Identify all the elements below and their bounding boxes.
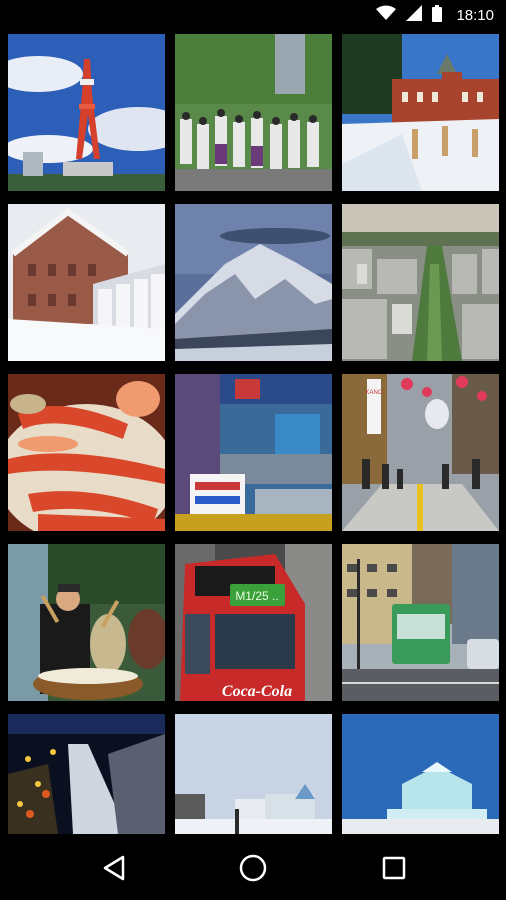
back-button[interactable]	[96, 850, 132, 886]
cellular-signal-icon	[406, 5, 423, 26]
photo-tile[interactable]	[8, 714, 165, 834]
back-icon	[103, 855, 125, 881]
battery-icon	[432, 4, 443, 27]
home-icon	[239, 854, 267, 882]
photo-tile[interactable]	[8, 544, 165, 701]
photo-tile[interactable]	[342, 714, 499, 834]
status-bar: 18:10	[0, 0, 506, 31]
status-time: 18:10	[456, 7, 494, 24]
home-button[interactable]	[235, 850, 271, 886]
photo-tile[interactable]	[8, 204, 165, 361]
photo-tile[interactable]	[8, 374, 165, 531]
photo-tile[interactable]	[342, 204, 499, 361]
recents-button[interactable]	[376, 850, 412, 886]
photo-tile[interactable]	[8, 34, 165, 191]
photo-tile[interactable]: KANO	[342, 374, 499, 531]
photo-tile[interactable]	[175, 34, 332, 191]
photo-tile[interactable]	[342, 544, 499, 701]
wifi-icon	[376, 5, 397, 26]
photo-tile[interactable]	[175, 714, 332, 834]
photo-tile[interactable]	[342, 34, 499, 191]
arcade-sign: KANO	[365, 390, 382, 396]
recents-icon	[382, 856, 406, 880]
navigation-bar	[0, 834, 506, 900]
status-icons: 18:10	[376, 0, 494, 31]
tram-sign: M1/25 ..	[235, 589, 278, 603]
photo-tile[interactable]	[175, 204, 332, 361]
photo-grid: KANO M1/25 .. Coca-Cola	[8, 34, 500, 834]
photo-tile[interactable]: M1/25 .. Coca-Cola	[175, 544, 332, 701]
photo-tile[interactable]	[175, 374, 332, 531]
tram-ad: Coca-Cola	[222, 683, 292, 700]
